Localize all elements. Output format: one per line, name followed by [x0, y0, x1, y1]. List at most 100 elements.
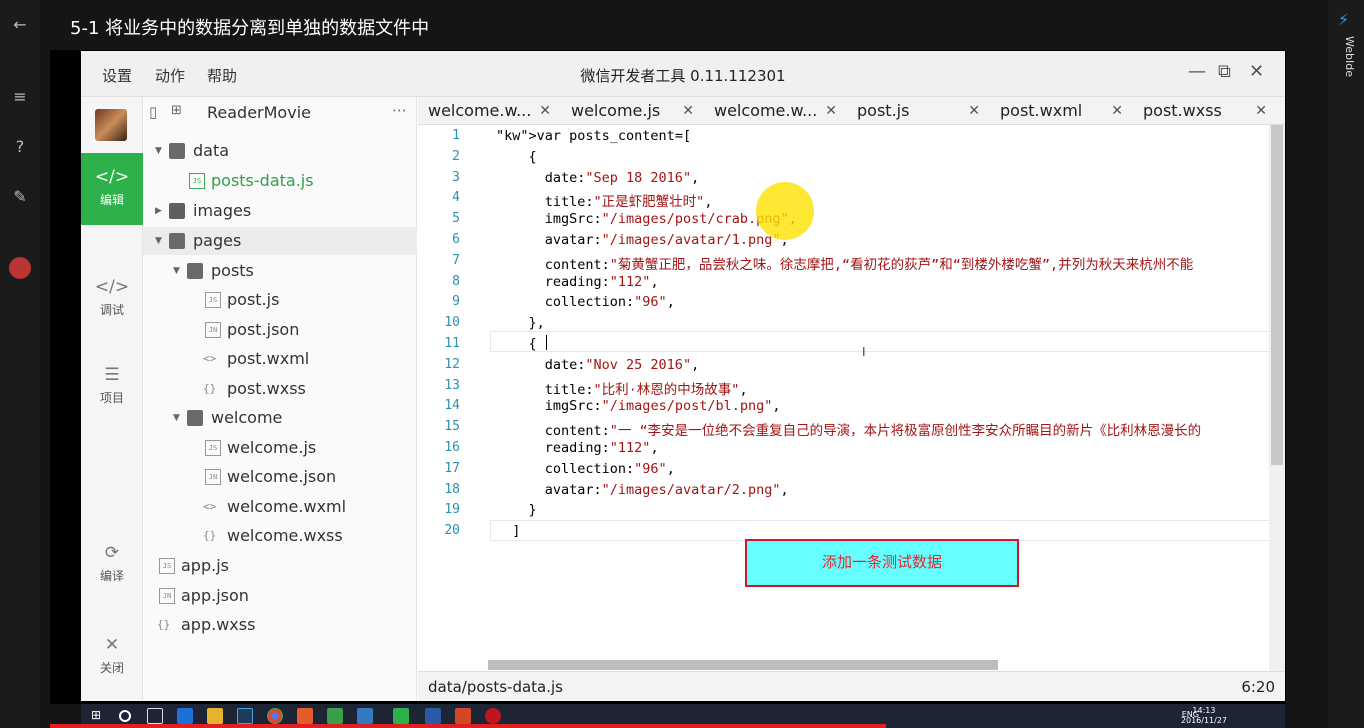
bracket-line-highlight	[490, 520, 1285, 541]
line-number: 10	[444, 315, 460, 331]
tree-file-app-json[interactable]: JN app.json	[143, 582, 417, 610]
close-icon[interactable]: ✕	[968, 97, 980, 125]
code-line: reading:"112",	[496, 273, 659, 290]
tab-welcome-wxml-1[interactable]: welcome.w... ✕	[418, 97, 561, 125]
task-view-icon[interactable]	[147, 708, 163, 724]
menu-icon[interactable]: ≡	[0, 82, 40, 112]
line-number: 8	[452, 273, 460, 289]
user-avatar-icon[interactable]	[0, 252, 40, 282]
powerpoint-icon[interactable]	[455, 708, 471, 724]
recorder-icon[interactable]	[485, 708, 501, 724]
tool-debug[interactable]: </> 调试	[81, 277, 143, 318]
tree-folder-welcome[interactable]: ▼ welcome	[143, 404, 417, 432]
app-green-icon[interactable]	[327, 708, 343, 724]
close-icon: ✕	[104, 635, 120, 655]
tree-file-welcome-js[interactable]: JS welcome.js	[143, 434, 417, 462]
windows-start-icon[interactable]: ⊞	[91, 708, 107, 724]
tree-folder-pages[interactable]: ▼ pages	[143, 227, 417, 255]
maximize-icon[interactable]: ⧉	[1218, 61, 1231, 82]
question-icon[interactable]: ?	[0, 132, 40, 162]
wxss-file-icon: {}	[203, 529, 217, 542]
close-icon[interactable]: ✕	[682, 97, 694, 125]
tree-folder-posts[interactable]: ▼ posts	[143, 257, 417, 285]
close-icon[interactable]: ✕	[1111, 97, 1123, 125]
tree-file-welcome-wxss[interactable]: {} welcome.wxss	[143, 522, 417, 550]
video-progress-bar[interactable]	[50, 724, 886, 728]
app-orange-icon[interactable]	[297, 708, 313, 724]
folder-open-icon	[169, 143, 185, 159]
vertical-scroll-thumb[interactable]	[1271, 125, 1283, 465]
code-line: date:"Sep 18 2016",	[496, 169, 700, 186]
minimize-icon[interactable]: —	[1188, 61, 1206, 82]
phone-icon[interactable]: ▯	[149, 103, 157, 121]
line-number: 7	[452, 252, 460, 268]
wechat-devtools-taskbar-icon[interactable]	[393, 708, 409, 724]
tree-label: welcome.js	[227, 438, 317, 457]
tree-header: ▯ ⊞ ReaderMovie ⋯	[143, 97, 417, 127]
tool-compile[interactable]: ⟳ 编译	[81, 543, 143, 584]
player-left-rail: ← ≡ ? ✎	[0, 0, 40, 728]
close-icon[interactable]: ✕	[1255, 97, 1267, 125]
tree-file-app-wxss[interactable]: {} app.wxss	[143, 611, 417, 639]
tab-post-js[interactable]: post.js ✕	[847, 97, 990, 125]
wxss-file-icon: {}	[157, 618, 171, 631]
code-line: date:"Nov 25 2016",	[496, 356, 700, 373]
tree-folder-images[interactable]: ▶ images	[143, 197, 417, 225]
tree-folder-data[interactable]: ▼ data	[143, 137, 417, 165]
line-number: 17	[444, 460, 460, 476]
code-line: imgSrc:"/images/post/crab.png",	[496, 211, 797, 228]
tree-file-welcome-json[interactable]: JN welcome.json	[143, 463, 417, 491]
annotation-add-test-data: 添加一条测试数据	[745, 539, 1019, 587]
tab-post-wxml[interactable]: post.wxml ✕	[990, 97, 1133, 125]
more-icon[interactable]: ⋯	[392, 101, 407, 119]
tree-label: post.wxml	[227, 349, 310, 368]
file-explorer-icon[interactable]	[207, 708, 223, 724]
tree-view-icon[interactable]: ⊞	[171, 103, 182, 118]
tab-post-wxss[interactable]: post.wxss ✕	[1133, 97, 1285, 125]
horizontal-scroll-thumb[interactable]	[488, 660, 998, 670]
close-icon[interactable]: ✕	[539, 97, 551, 125]
tree-file-welcome-wxml[interactable]: <> welcome.wxml	[143, 493, 417, 521]
chrome-icon[interactable]	[267, 708, 283, 724]
vertical-scrollbar[interactable]	[1269, 125, 1285, 671]
tree-file-post-wxml[interactable]: <> post.wxml	[143, 345, 417, 373]
close-icon[interactable]: ✕	[825, 97, 837, 125]
tab-welcome-wxml-2[interactable]: welcome.w... ✕	[704, 97, 847, 125]
tree-file-post-json[interactable]: JN post.json	[143, 316, 417, 344]
line-number: 19	[444, 502, 460, 518]
code-line: title:"正是虾肥蟹壮时",	[496, 194, 713, 211]
pencil-icon[interactable]: ✎	[0, 182, 40, 212]
tree-label: welcome	[211, 408, 283, 427]
line-number: 4	[452, 190, 460, 206]
json-file-icon: JN	[205, 322, 221, 338]
code-line: content:"菊黄蟹正肥，品尝秋之味。徐志摩把,“看初花的荻芦”和“到楼外楼…	[496, 256, 1194, 273]
tree-file-post-js[interactable]: JS post.js	[143, 286, 417, 314]
devtools-window: 设置 动作 帮助 微信开发者工具 0.11.112301 — ⧉ ✕ </> 编…	[81, 51, 1285, 701]
search-icon[interactable]	[119, 710, 131, 722]
webide-logo-icon[interactable]: ⚡	[1338, 10, 1352, 29]
code-editor[interactable]: 1 2 3 4 5 6 7 8 9 10 11 12 13 14 15 16 17 18 19 20 "kw">var…	[418, 125, 1285, 671]
tool-edit[interactable]: </> 编辑	[81, 153, 143, 225]
edge-browser-icon[interactable]	[177, 708, 193, 724]
app-blue-icon[interactable]	[357, 708, 373, 724]
project-name: ReaderMovie	[207, 103, 311, 122]
tree-file-posts-data[interactable]: JS posts-data.js	[143, 167, 417, 195]
photoshop-icon[interactable]	[237, 708, 253, 724]
close-window-icon[interactable]: ✕	[1249, 61, 1264, 82]
word-icon[interactable]	[425, 708, 441, 724]
code-line: }	[496, 502, 537, 519]
lesson-title: 5-1 将业务中的数据分离到单独的数据文件中	[70, 18, 430, 39]
user-avatar[interactable]	[95, 109, 127, 141]
code-line: title:"比利·林恩的中场故事",	[496, 381, 748, 398]
system-clock[interactable]: 14:13 2016/11/27	[1181, 706, 1227, 726]
tree-file-post-wxss[interactable]: {} post.wxss	[143, 375, 417, 403]
current-line-highlight	[490, 331, 1285, 352]
back-arrow-icon[interactable]: ←	[0, 10, 40, 40]
tool-project[interactable]: ☰ 项目	[81, 365, 143, 406]
tool-close[interactable]: ✕ 关闭	[81, 635, 143, 676]
tab-welcome-js[interactable]: welcome.js ✕	[561, 97, 704, 125]
code-line: reading:"112",	[496, 440, 659, 456]
clock-time: 14:13	[1192, 706, 1216, 715]
tree-file-app-js[interactable]: JS app.js	[143, 552, 417, 580]
expanded-arrow-icon: ▼	[173, 413, 180, 423]
